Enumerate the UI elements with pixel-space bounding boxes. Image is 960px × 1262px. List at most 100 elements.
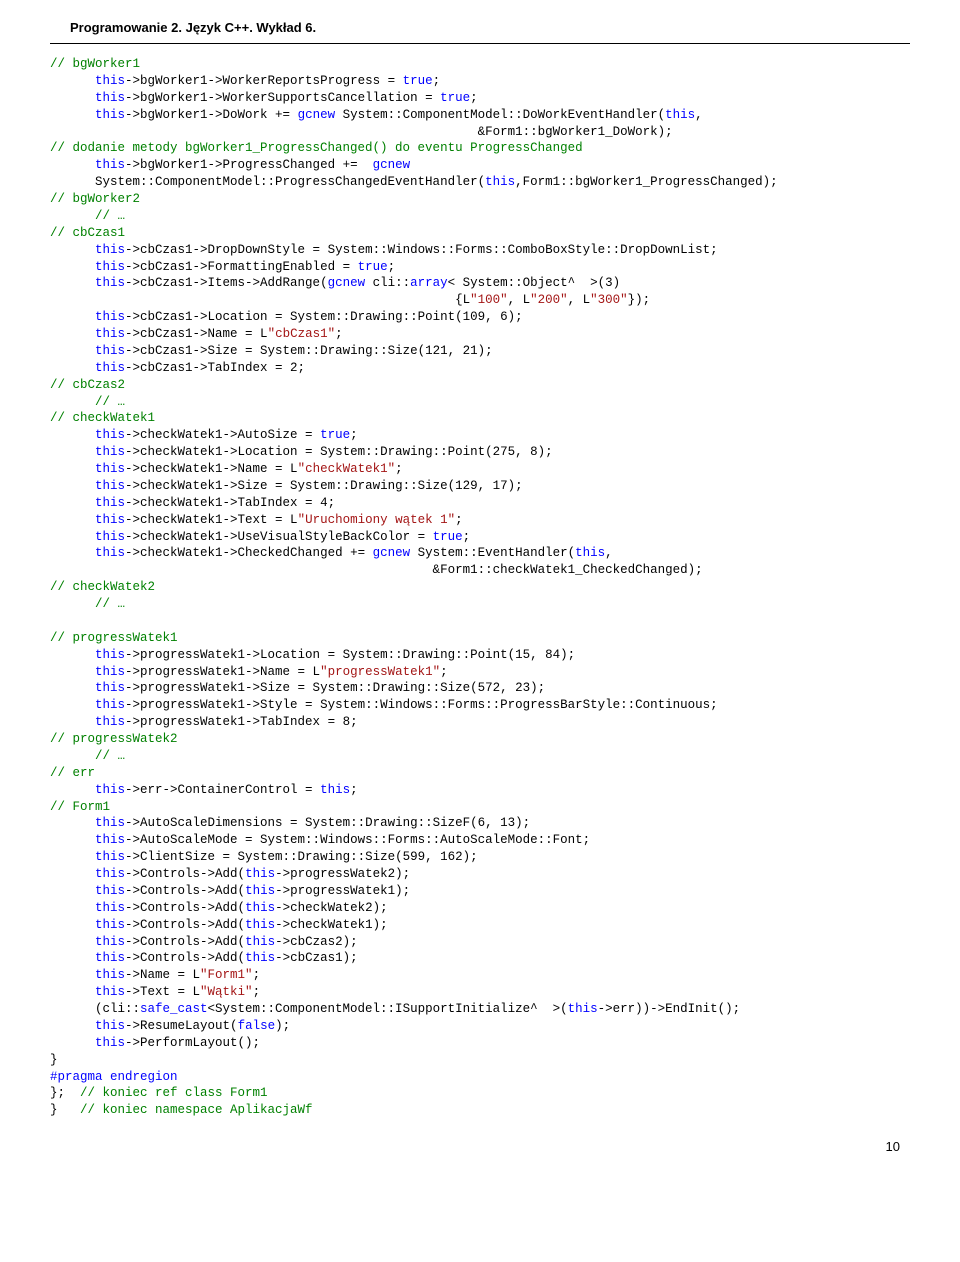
code-keyword: this bbox=[245, 935, 275, 949]
code-text bbox=[50, 260, 95, 274]
code-text: ; bbox=[253, 968, 261, 982]
code-keyword: array bbox=[410, 276, 448, 290]
code-keyword: this bbox=[320, 783, 350, 797]
code-keyword: true bbox=[440, 91, 470, 105]
code-keyword: this bbox=[95, 867, 125, 881]
code-text bbox=[50, 243, 95, 257]
code-text bbox=[50, 428, 95, 442]
code-text: } bbox=[50, 1103, 80, 1117]
document-page: Programowanie 2. Język C++. Wykład 6. //… bbox=[0, 0, 960, 1184]
code-text bbox=[50, 1019, 95, 1033]
code-text: ); bbox=[275, 1019, 290, 1033]
code-text: ->ResumeLayout( bbox=[125, 1019, 238, 1033]
code-keyword: this bbox=[95, 344, 125, 358]
code-text: ->progressWatek1->Style = System::Window… bbox=[125, 698, 718, 712]
code-keyword: this bbox=[95, 1019, 125, 1033]
code-text: ->AutoScaleDimensions = System::Drawing:… bbox=[125, 816, 530, 830]
code-text: ->Controls->Add( bbox=[125, 918, 245, 932]
code-string: "progressWatek1" bbox=[320, 665, 440, 679]
code-string: "Uruchomiony wątek 1" bbox=[298, 513, 456, 527]
code-keyword: this bbox=[95, 833, 125, 847]
code-comment: // err bbox=[50, 766, 95, 780]
code-text: ; bbox=[455, 513, 463, 527]
code-text: ; bbox=[433, 74, 441, 88]
code-keyword: true bbox=[358, 260, 388, 274]
code-text: ->progressWatek1->TabIndex = 8; bbox=[125, 715, 358, 729]
code-text bbox=[50, 951, 95, 965]
code-text: ->cbCzas1->DropDownStyle = System::Windo… bbox=[125, 243, 718, 257]
code-text: ->checkWatek2); bbox=[275, 901, 388, 915]
code-text bbox=[50, 681, 95, 695]
code-text: ->Controls->Add( bbox=[125, 951, 245, 965]
code-text: ->err->ContainerControl = bbox=[125, 783, 320, 797]
code-keyword: this bbox=[245, 951, 275, 965]
code-keyword: this bbox=[95, 530, 125, 544]
code-keyword: this bbox=[95, 935, 125, 949]
code-text: ->checkWatek1->Name = L bbox=[125, 462, 298, 476]
code-keyword: this bbox=[95, 546, 125, 560]
code-text: }; bbox=[50, 1086, 80, 1100]
code-text bbox=[50, 108, 95, 122]
code-keyword: #pragma bbox=[50, 1070, 103, 1084]
code-text: ; bbox=[335, 327, 343, 341]
code-text: ->cbCzas1->Location = System::Drawing::P… bbox=[125, 310, 523, 324]
code-text bbox=[50, 530, 95, 544]
code-text: ->AutoScaleMode = System::Windows::Forms… bbox=[125, 833, 590, 847]
code-keyword: gcnew bbox=[328, 276, 366, 290]
code-keyword: this bbox=[665, 108, 695, 122]
code-string: "cbCzas1" bbox=[268, 327, 336, 341]
code-text bbox=[50, 867, 95, 881]
code-keyword: this bbox=[245, 884, 275, 898]
code-keyword: this bbox=[95, 428, 125, 442]
code-text bbox=[50, 91, 95, 105]
code-text bbox=[50, 546, 95, 560]
code-text bbox=[50, 344, 95, 358]
code-text bbox=[50, 462, 95, 476]
code-text: ->progressWatek1->Name = L bbox=[125, 665, 320, 679]
code-keyword: this bbox=[95, 968, 125, 982]
code-text: ->checkWatek1->Text = L bbox=[125, 513, 298, 527]
code-keyword: this bbox=[95, 951, 125, 965]
code-keyword: this bbox=[95, 496, 125, 510]
code-text: ->cbCzas1->FormattingEnabled = bbox=[125, 260, 358, 274]
code-text: ->Controls->Add( bbox=[125, 884, 245, 898]
code-text bbox=[50, 715, 95, 729]
code-text: ; bbox=[463, 530, 471, 544]
code-keyword: this bbox=[95, 901, 125, 915]
code-text: ->checkWatek1->Size = System::Drawing::S… bbox=[125, 479, 523, 493]
code-comment: // progressWatek2 bbox=[50, 732, 178, 746]
code-keyword: this bbox=[95, 276, 125, 290]
code-text: ->bgWorker1->ProgressChanged += bbox=[125, 158, 373, 172]
code-text bbox=[50, 985, 95, 999]
code-comment: // checkWatek2 bbox=[50, 580, 155, 594]
code-text bbox=[50, 918, 95, 932]
code-text: < System::Object^ >(3) bbox=[448, 276, 621, 290]
code-keyword: this bbox=[95, 462, 125, 476]
code-text bbox=[50, 850, 95, 864]
code-text: ->cbCzas1->Size = System::Drawing::Size(… bbox=[125, 344, 493, 358]
code-text: ->cbCzas1); bbox=[275, 951, 358, 965]
code-text: ->checkWatek1->TabIndex = 4; bbox=[125, 496, 335, 510]
code-text: , L bbox=[568, 293, 591, 307]
code-text: ->Text = L bbox=[125, 985, 200, 999]
code-text bbox=[50, 310, 95, 324]
code-text: ; bbox=[350, 783, 358, 797]
code-keyword: this bbox=[95, 327, 125, 341]
code-comment: // bgWorker2 bbox=[50, 192, 140, 206]
code-text: {L bbox=[50, 293, 470, 307]
code-keyword: this bbox=[95, 158, 125, 172]
code-text bbox=[50, 648, 95, 662]
code-text: ->PerformLayout(); bbox=[125, 1036, 260, 1050]
code-keyword: this bbox=[95, 681, 125, 695]
code-text bbox=[50, 833, 95, 847]
code-listing: // bgWorker1 this->bgWorker1->WorkerRepo… bbox=[50, 56, 910, 1119]
code-text: } bbox=[50, 1053, 58, 1067]
code-text bbox=[50, 884, 95, 898]
code-keyword: this bbox=[95, 74, 125, 88]
code-keyword: this bbox=[95, 1036, 125, 1050]
code-text: (cli:: bbox=[50, 1002, 140, 1016]
code-text: ->err))->EndInit(); bbox=[598, 1002, 741, 1016]
code-text: ->cbCzas1->Items->AddRange( bbox=[125, 276, 328, 290]
code-text: System::ComponentModel::ProgressChangedE… bbox=[50, 175, 485, 189]
code-text: System::ComponentModel::DoWorkEventHandl… bbox=[335, 108, 665, 122]
